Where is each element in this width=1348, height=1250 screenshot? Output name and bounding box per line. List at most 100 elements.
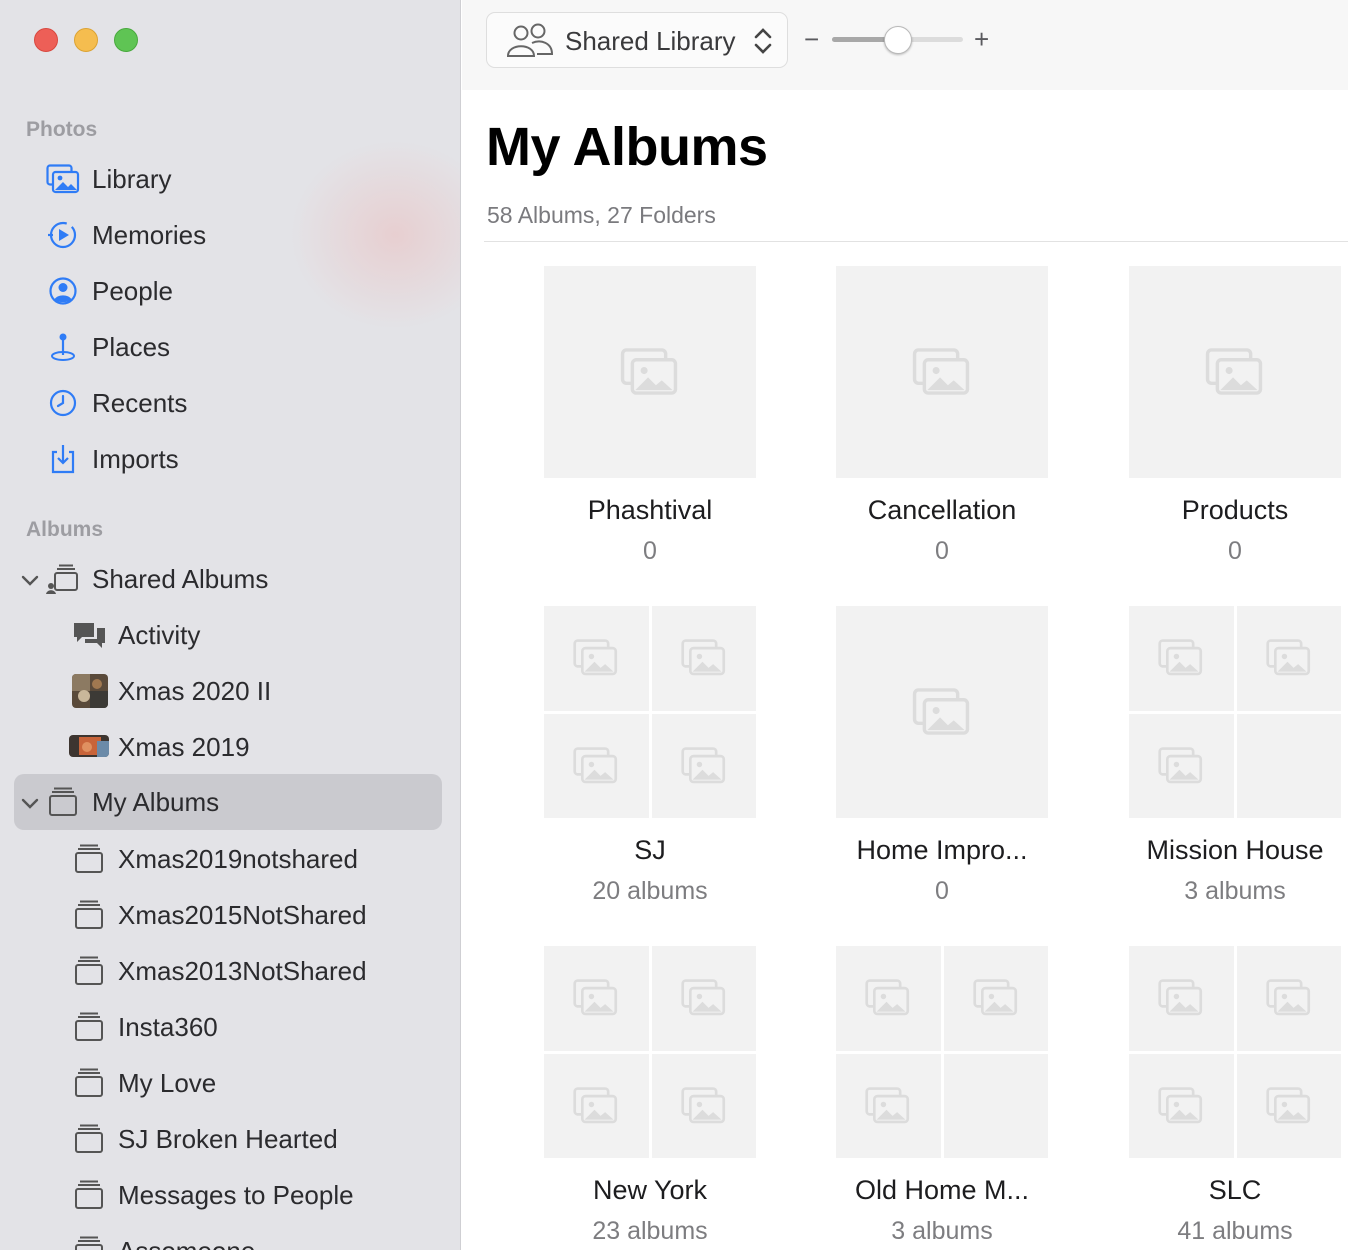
library-selector-button[interactable]: Shared Library — [486, 12, 788, 68]
photo-placeholder-icon — [865, 1086, 910, 1124]
sidebar-item-label: Library — [92, 164, 172, 194]
folder-cover-cell — [544, 1053, 649, 1158]
photo-placeholder-icon — [1158, 639, 1203, 676]
folder-cover-cell — [1236, 713, 1341, 818]
album-count: 0 — [643, 537, 657, 565]
sidebar-item-label: SJ Broken Hearted — [118, 1124, 338, 1154]
album-thumbnail-icon — [69, 735, 109, 757]
sidebar-item-label: Places — [92, 332, 171, 362]
folder-cover-cell — [544, 606, 649, 711]
people-icon — [49, 277, 77, 305]
sidebar-item-xmas-2020-ii[interactable]: Xmas 2020 II — [0, 663, 460, 719]
library-icon — [46, 164, 80, 194]
album-name: Products — [1181, 495, 1289, 525]
folder-cover-cell — [1129, 713, 1234, 818]
folder-cover — [544, 606, 756, 818]
photo-placeholder-icon — [681, 639, 725, 676]
album-count: 3 albums — [891, 1217, 993, 1245]
sidebar-item-places[interactable]: Places — [0, 319, 460, 375]
folder-cover — [544, 946, 756, 1158]
zoom-in-button[interactable]: + — [974, 24, 989, 55]
sidebar-item-label: Xmas2015NotShared — [118, 900, 367, 930]
photo-placeholder-icon — [865, 979, 910, 1016]
sidebar-item-label: Xmas2013NotShared — [118, 956, 367, 986]
close-window-button[interactable] — [34, 28, 58, 52]
sidebar-item-library[interactable]: Library — [0, 151, 460, 207]
sidebar-item-album[interactable]: SJ Broken Hearted — [0, 1111, 460, 1167]
sidebar-item-recents[interactable]: Recents — [0, 375, 460, 431]
folder-cover-cell — [651, 946, 756, 1051]
section-label-albums: Albums — [26, 518, 104, 541]
sidebar-item-album[interactable]: Xmas2019notshared — [0, 831, 460, 887]
sidebar-item-album[interactable]: Messages to People — [0, 1167, 460, 1223]
album-stack-icon — [75, 1236, 103, 1250]
album-stack-icon — [75, 956, 103, 985]
chevron-down-icon[interactable] — [19, 569, 41, 591]
sidebar-item-label: Recents — [92, 388, 188, 418]
photo-placeholder-icon — [1158, 979, 1203, 1016]
folder-cover-cell — [1129, 946, 1234, 1051]
memories-icon — [48, 221, 77, 249]
album-cover — [544, 266, 756, 478]
folder-cover-cell — [943, 946, 1048, 1051]
album-count: 0 — [935, 877, 949, 905]
sidebar-item-xmas-2019[interactable]: Xmas 2019 — [0, 719, 460, 775]
recents-icon — [49, 389, 77, 417]
sidebar-item-label: Xmas2019notshared — [118, 844, 358, 874]
maximize-window-button[interactable] — [114, 28, 138, 52]
folder-cover-cell — [651, 1053, 756, 1158]
album-name: Home Impro... — [856, 835, 1028, 865]
sidebar-item-label: Shared Albums — [92, 564, 269, 594]
sidebar-item-my-albums[interactable]: My Albums — [0, 774, 460, 830]
sidebar-item-memories[interactable]: Memories — [0, 207, 460, 263]
sidebar-item-album[interactable]: Xmas2015NotShared — [0, 887, 460, 943]
sidebar-item-album[interactable]: Insta360 — [0, 999, 460, 1055]
folder-cover — [1129, 946, 1341, 1158]
imports-icon — [51, 445, 75, 474]
chevron-down-icon[interactable] — [19, 792, 41, 814]
folder-cover — [836, 946, 1048, 1158]
album-name: New York — [592, 1175, 708, 1205]
shared-albums-icon — [46, 564, 78, 594]
sidebar-item-label: My Love — [118, 1068, 217, 1098]
sidebar-item-shared-albums[interactable]: Shared Albums — [0, 551, 460, 607]
photo-placeholder-icon — [573, 979, 618, 1016]
album-count: 3 albums — [1184, 877, 1286, 905]
shared-library-people-icon — [506, 23, 554, 57]
photo-placeholder-icon — [681, 979, 725, 1016]
album-count: 23 albums — [592, 1217, 708, 1245]
sidebar-item-people[interactable]: People — [0, 263, 460, 319]
folder-cover-cell — [836, 1053, 941, 1158]
album-name: Old Home M... — [854, 1175, 1030, 1205]
album-name: SJ — [634, 835, 666, 865]
album-count: 20 albums — [592, 877, 708, 905]
sidebar-item-imports[interactable]: Imports — [0, 431, 460, 487]
sidebar-item-album[interactable]: Xmas2013NotShared — [0, 943, 460, 999]
folder-cover-cell — [1129, 1053, 1234, 1158]
zoom-slider-knob[interactable] — [883, 26, 912, 54]
album-cover — [836, 266, 1048, 478]
sidebar-item-album[interactable]: Assomeone — [0, 1223, 460, 1250]
album-stack-icon — [75, 1012, 103, 1041]
places-icon — [51, 333, 75, 361]
album-stack-icon — [75, 1180, 103, 1209]
album-stack-icon — [75, 844, 103, 873]
sidebar-item-label: Assomeone — [118, 1236, 255, 1250]
page-title: My Albums — [486, 117, 768, 177]
album-name: Phashtival — [587, 495, 713, 525]
sidebar: Photos Library Memories People Places Re… — [0, 0, 461, 1250]
sidebar-item-label: Messages to People — [118, 1180, 354, 1210]
minimize-window-button[interactable] — [74, 28, 98, 52]
zoom-out-button[interactable]: − — [804, 24, 819, 55]
folder-cover — [1129, 606, 1341, 818]
toolbar: Shared Library − + — [462, 0, 1348, 90]
album-name: Cancellation — [867, 495, 1017, 525]
library-selector-label: Shared Library — [565, 26, 736, 56]
sidebar-item-label: Insta360 — [118, 1012, 218, 1042]
sidebar-item-album[interactable]: My Love — [0, 1055, 460, 1111]
photo-placeholder-icon — [620, 347, 678, 395]
album-cover — [836, 606, 1048, 818]
sidebar-item-activity[interactable]: Activity — [0, 607, 460, 663]
album-count: 0 — [1228, 537, 1242, 565]
sidebar-item-label: Imports — [92, 444, 179, 474]
